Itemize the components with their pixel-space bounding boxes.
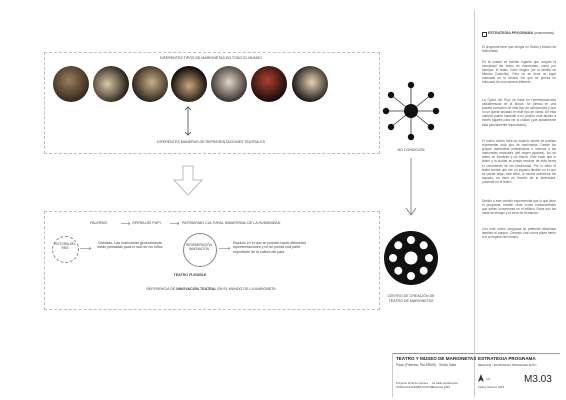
puppet-types-panel: [44, 52, 380, 154]
sidebar-paragraph-2: En la ciudad se existen lugares que ocup…: [482, 60, 556, 85]
puppet-photo-6: [251, 66, 287, 102]
referencia-pre: REFERENCIA DE: [146, 287, 176, 291]
historia-label: HISTORIA DEL PAÍS: [54, 242, 76, 250]
section-subtitle: MEMORIA - ESTRATEGIA PROGRAMA ENTO: [478, 363, 537, 367]
representation-ways-label: DIFERENTES MANERAS DE REPRESENTACIONES T…: [156, 140, 266, 144]
puppet-photo-7: [292, 66, 328, 102]
teatro-flexible-label: TEATRO FLEXIBLE: [173, 273, 207, 277]
arrow-right-icon: [170, 221, 180, 226]
sidebar-heading: ESTRATEGIA PROGRAMA (marionetas): [488, 31, 560, 35]
olvidado-text: Olvidado. Las marionetas generalmente es…: [97, 241, 163, 250]
puppet-photo-4: [171, 66, 207, 102]
down-arrow-icon: [173, 165, 203, 196]
centro-creacion-diagram: [384, 231, 438, 285]
project-location: Parco (Palermo, PALERMO) · Sicilia, Ital…: [396, 363, 456, 367]
espacio-text: Espacio en el que se puedan hacer difere…: [233, 241, 307, 254]
node-palermo: PALERMO: [90, 221, 108, 225]
sidebar-paragraph-3: La Ópera dei Pupi se basa en representac…: [482, 98, 556, 127]
arrow-right-icon: [219, 246, 231, 251]
sidebar-paragraph-5: Debido a este cambio experimental que lo…: [482, 199, 556, 216]
no-condicion-label: NO CONDICIÓN: [397, 148, 425, 152]
puppet-photo-3: [132, 66, 168, 102]
centro-label-2: TEATRO DE MARIONETAS: [388, 299, 434, 303]
node-patrimonio: PATRIMONIO CULTURAL IMMATERIAL DE LA HUM…: [182, 221, 281, 225]
sidebar-paragraph-1: El programa tiene que otorgar un Teatro …: [482, 45, 556, 54]
footer-meta-4: Convoca 2015: [432, 385, 451, 389]
arrow-right-icon: [80, 246, 92, 251]
puppet-photo-2: [93, 66, 129, 102]
sheet-code: M3.03: [524, 374, 552, 385]
referencia-post: EN EL MUNDO DE LA MARIONETA: [217, 287, 276, 291]
date-label: Fecha: Febrero 2015: [478, 385, 505, 389]
north-arrow-icon: [478, 374, 484, 382]
sidebar-bullet: [482, 32, 487, 37]
arrow-right-icon: [121, 221, 131, 226]
sidebar-heading-sub: (marionetas): [534, 31, 555, 35]
referencia-bold: INNOVACIÓN TEATRAL: [176, 287, 217, 291]
footer-divider-1: [392, 353, 393, 397]
puppet-photo-5: [211, 66, 247, 102]
thin-down-arrow-icon: [405, 158, 417, 216]
sidebar-divider: [474, 10, 475, 353]
sidebar-heading-main: ESTRATEGIA PROGRAMA: [488, 31, 534, 35]
section-title: ESTRATEGIA PROGRAMA: [478, 356, 536, 361]
centro-label-1: CENTRO DE CREACIÓN DE: [387, 294, 435, 298]
scale-label: 1/2: [486, 377, 491, 381]
node-opera-pupi: OPERA DEI PUPI: [132, 221, 161, 225]
double-arrow-icon: [184, 106, 192, 136]
sidebar-paragraph-4: El nuevo centro será un espacio donde se…: [482, 139, 556, 184]
referencia-label: REFERENCIA DE INNOVACIÓN TEATRAL EN EL M…: [44, 287, 378, 291]
footer-top-rule: [392, 353, 560, 354]
project-title: TEATRO Y MUSEO DE MARIONETAS: [396, 356, 477, 361]
footer-meta-2: NURIA ALEJANDRA PASTOR: [396, 385, 434, 389]
puppet-types-title: DIFERENTES TIPOS DE MARIONETAS EN TODO E…: [159, 56, 263, 60]
puppet-photo-1: [53, 66, 89, 102]
no-condicion-diagram: [382, 81, 440, 141]
regeneracion-label: REGENERACIÓN INNOVACIÓN: [186, 243, 212, 251]
sidebar-paragraph-6: Con este nuevo programa se pretende dina…: [482, 227, 556, 240]
